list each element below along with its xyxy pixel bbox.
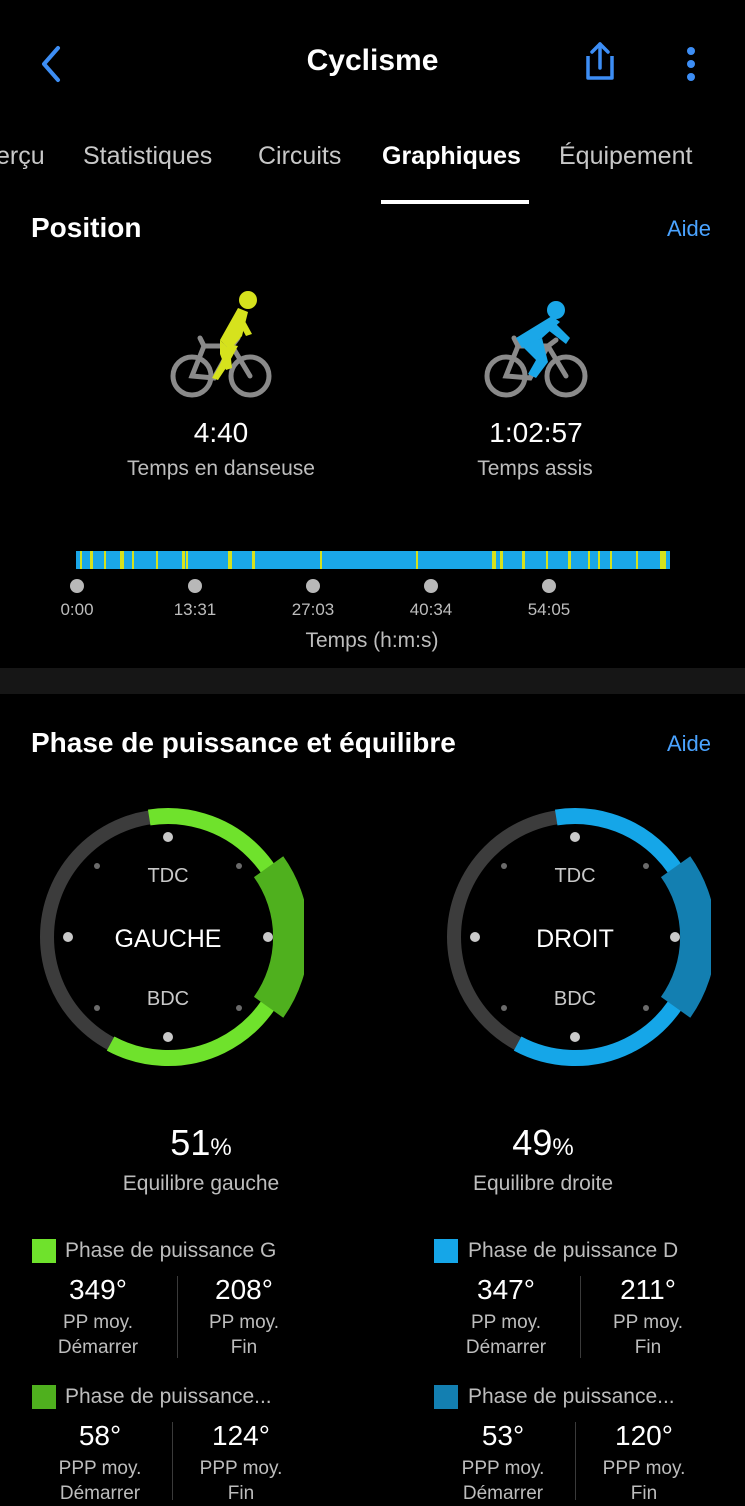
timeline-tick-label: 0:00 xyxy=(60,600,94,619)
right-pp-start-value: 347° xyxy=(477,1274,535,1305)
right-pp-end-line2: Fin xyxy=(634,1337,662,1358)
left-ppp-start-line2: Démarrer xyxy=(59,1483,141,1504)
right-pp-name: Phase de puissance D xyxy=(468,1239,679,1262)
left-pp-name: Phase de puissance G xyxy=(65,1239,277,1262)
right-pp-start-line1: PP moy. xyxy=(470,1312,542,1333)
left-balance-value: 51% xyxy=(101,1122,301,1164)
timeline-tick-marker xyxy=(424,579,438,593)
left-pp-start-value: 349° xyxy=(69,1274,127,1305)
left-ppp-divider xyxy=(172,1422,173,1500)
left-pp-swatch xyxy=(32,1239,56,1263)
tab-equipment[interactable]: Équipement xyxy=(559,142,692,171)
right-tdc-label: TDC xyxy=(554,865,596,887)
left-balance-number: 51 xyxy=(170,1122,211,1163)
right-pp-swatch xyxy=(434,1239,458,1263)
right-pp-divider xyxy=(580,1276,581,1358)
right-ppp-end-line1: PPP moy. xyxy=(602,1458,686,1479)
left-ppp-end-line2: Fin xyxy=(227,1483,255,1504)
right-dial-label: DROIT xyxy=(536,925,614,953)
timeline-tick-marker xyxy=(70,579,84,593)
seated-cyclist-icon xyxy=(484,301,588,398)
position-help-link[interactable]: Aide xyxy=(667,216,711,242)
left-balance-label: Equilibre gauche xyxy=(122,1172,280,1195)
seated-time-label: Temps assis xyxy=(477,457,593,480)
left-dial-label: GAUCHE xyxy=(114,925,222,953)
share-button[interactable] xyxy=(580,40,620,84)
right-ppp-start-line1: PPP moy. xyxy=(461,1458,545,1479)
active-tab-indicator xyxy=(381,200,529,204)
left-ppp-swatch xyxy=(32,1385,56,1409)
right-pp-end-line1: PP moy. xyxy=(612,1312,684,1333)
share-icon xyxy=(586,42,614,80)
left-bdc-label: BDC xyxy=(146,988,190,1010)
timeline-tick-marker xyxy=(542,579,556,593)
right-pp-start-line2: Démarrer xyxy=(465,1337,547,1358)
position-timeline-bar xyxy=(76,551,670,569)
right-balance-unit: % xyxy=(552,1134,574,1161)
right-ppp-start-value: 53° xyxy=(481,1420,525,1451)
left-pp-end-line2: Fin xyxy=(230,1337,258,1358)
right-balance-number: 49 xyxy=(512,1122,553,1163)
left-ppp-name: Phase de puissance... xyxy=(65,1385,272,1408)
tab-charts[interactable]: Graphiques xyxy=(382,142,521,171)
left-balance-unit: % xyxy=(210,1134,232,1161)
timeline-tick-label: 13:31 xyxy=(173,600,217,619)
left-pp-start-line1: PP moy. xyxy=(62,1312,134,1333)
standing-cyclist-icon xyxy=(170,291,272,398)
right-balance-value: 49% xyxy=(443,1122,643,1164)
tab-circuits[interactable]: Circuits xyxy=(258,142,341,171)
timeline-tick-label: 27:03 xyxy=(291,600,335,619)
timeline-tick-label: 54:05 xyxy=(527,600,571,619)
seated-time-value: 1:02:57 xyxy=(489,417,583,448)
page-title: Cyclisme xyxy=(306,44,439,77)
left-pp-end-value: 208° xyxy=(215,1274,273,1305)
right-balance-label: Equilibre droite xyxy=(472,1172,614,1195)
position-title: Position xyxy=(31,212,142,243)
right-ppp-swatch xyxy=(434,1385,458,1409)
right-bdc-label: BDC xyxy=(553,988,597,1010)
right-ppp-end-value: 120° xyxy=(615,1420,673,1451)
left-ppp-start-value: 58° xyxy=(78,1420,122,1451)
timeline-tick-marker xyxy=(306,579,320,593)
left-ppp-end-value: 124° xyxy=(212,1420,270,1451)
section-divider xyxy=(0,668,745,694)
standing-time-label: Temps en danseuse xyxy=(127,457,315,480)
left-pp-end-line1: PP moy. xyxy=(208,1312,280,1333)
tab-overview[interactable]: erçu xyxy=(0,142,45,171)
left-pp-divider xyxy=(177,1276,178,1358)
more-button[interactable] xyxy=(678,44,704,84)
left-ppp-end-line1: PPP moy. xyxy=(199,1458,283,1479)
right-ppp-start-line2: Démarrer xyxy=(462,1483,544,1504)
timeline-axis-label: Temps (h:m:s) xyxy=(305,629,439,652)
right-ppp-end-line2: Fin xyxy=(630,1483,658,1504)
power-phase-help-link[interactable]: Aide xyxy=(667,731,711,757)
standing-time-value: 4:40 xyxy=(193,417,249,448)
right-ppp-divider xyxy=(575,1422,576,1500)
right-pp-end-value: 211° xyxy=(620,1274,676,1305)
power-phase-title: Phase de puissance et équilibre xyxy=(31,727,456,758)
left-pp-start-line2: Démarrer xyxy=(57,1337,139,1358)
right-ppp-name: Phase de puissance... xyxy=(468,1385,675,1408)
left-tdc-label: TDC xyxy=(147,865,189,887)
timeline-tick-marker xyxy=(188,579,202,593)
tab-bar: erçu Statistiques Circuits Graphiques Éq… xyxy=(0,130,745,204)
timeline-tick-label: 40:34 xyxy=(409,600,453,619)
tab-statistics[interactable]: Statistiques xyxy=(83,142,212,171)
left-ppp-start-line1: PPP moy. xyxy=(58,1458,142,1479)
more-vertical-icon xyxy=(687,47,695,81)
